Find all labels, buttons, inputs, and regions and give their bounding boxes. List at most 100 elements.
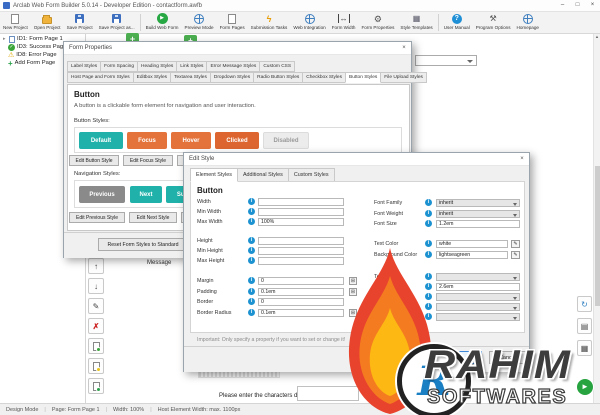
background-color-input[interactable]	[436, 251, 508, 259]
form-properties-button[interactable]: ⚙ Form Properties	[358, 12, 397, 33]
grid-view-button[interactable]: ▦	[577, 340, 592, 356]
move-up-button[interactable]: ↑	[88, 258, 104, 274]
direction-select[interactable]	[436, 313, 520, 321]
tab-form-spacing[interactable]: Form Spacing	[100, 61, 138, 72]
tab-custom-css[interactable]: Custom CSS	[259, 61, 296, 72]
style-templates-button[interactable]: ▦ Style Templates	[397, 12, 435, 33]
form-dropdown-field[interactable]	[415, 55, 477, 66]
info-icon[interactable]	[425, 293, 432, 300]
border-radius-input[interactable]	[258, 309, 344, 317]
move-down-button[interactable]: ↓	[88, 278, 104, 294]
expand-sides-icon[interactable]	[349, 309, 357, 317]
edit-previous-style-button[interactable]: Edit Previous Style	[69, 212, 125, 223]
add-page-shortcut-button[interactable]	[88, 378, 104, 394]
margin-input[interactable]	[258, 277, 344, 285]
min-width-input[interactable]	[258, 208, 344, 216]
tab-editbox-styles[interactable]: Editbox Styles	[132, 72, 172, 83]
text-decoration-select[interactable]	[436, 303, 520, 311]
tab-checkbox-styles[interactable]: Checkbox Styles	[302, 72, 346, 83]
tab-radio-button-styles[interactable]: Radio Button Styles	[253, 72, 304, 83]
info-icon[interactable]	[248, 198, 255, 205]
info-icon[interactable]	[248, 309, 255, 316]
open-project-button[interactable]: Open Project	[31, 12, 64, 33]
tab-host-page-and-form-styles[interactable]: Host Page and Form Styles	[67, 72, 134, 83]
max-height-input[interactable]	[258, 257, 344, 265]
expand-sides-icon[interactable]	[349, 288, 357, 296]
close-icon[interactable]: ×	[397, 45, 411, 51]
info-icon[interactable]	[248, 277, 255, 284]
tab-dropdown-styles[interactable]: Dropdown Styles	[209, 72, 255, 83]
width-input[interactable]	[258, 198, 344, 206]
info-icon[interactable]	[425, 199, 432, 206]
delete-element-button[interactable]: ✗	[88, 318, 104, 334]
edit-button-style-button[interactable]: Edit Button Style	[69, 155, 119, 166]
new-project-button[interactable]: New Project	[0, 12, 31, 33]
info-icon[interactable]	[248, 237, 255, 244]
max-width-input[interactable]	[258, 218, 344, 226]
expander-icon[interactable]: ▸	[3, 36, 7, 42]
scrollbar-thumb[interactable]	[595, 166, 600, 306]
close-icon[interactable]: ×	[585, 0, 600, 11]
info-icon[interactable]	[425, 240, 432, 247]
reset-form-styles-button[interactable]: Reset Form Styles to Standard	[98, 238, 188, 251]
info-icon[interactable]	[425, 273, 432, 280]
info-icon[interactable]	[248, 247, 255, 254]
form-pages-button[interactable]: Form Pages	[217, 12, 248, 33]
submission-tasks-button[interactable]: ϟ Submission Tasks	[248, 12, 291, 33]
info-icon[interactable]	[248, 288, 255, 295]
save-project-button[interactable]: Save Project	[64, 12, 96, 33]
font-family-select[interactable]: inherit	[436, 199, 520, 207]
tab-custom-styles[interactable]: Custom Styles	[287, 168, 335, 182]
success-page-shortcut-button[interactable]	[88, 338, 104, 354]
font-size-input[interactable]	[436, 220, 520, 228]
tab-label-styles[interactable]: Label Styles	[67, 61, 102, 72]
info-icon[interactable]	[425, 313, 432, 320]
captcha-input[interactable]	[297, 386, 359, 401]
text-color-input[interactable]	[436, 240, 508, 248]
edit-focus-style-button[interactable]: Edit Focus Style	[123, 155, 173, 166]
cancel-button[interactable]: Cancel	[489, 351, 526, 364]
tab-additional-styles[interactable]: Additional Styles	[236, 168, 289, 182]
homepage-button[interactable]: Homepage	[514, 12, 542, 33]
save-project-as-button[interactable]: Save Project as...	[96, 12, 138, 33]
min-height-input[interactable]	[258, 247, 344, 255]
minimize-icon[interactable]: –	[555, 0, 570, 11]
refresh-preview-button[interactable]: ↻	[577, 296, 592, 312]
tab-textarea-styles[interactable]: Textarea Styles	[170, 72, 211, 83]
tab-heading-styles[interactable]: Heading Styles	[137, 61, 178, 72]
border-input[interactable]	[258, 298, 344, 306]
error-page-shortcut-button[interactable]	[88, 358, 104, 374]
ok-button[interactable]: OK	[436, 351, 482, 364]
padding-input[interactable]	[258, 288, 344, 296]
edit-element-button[interactable]: ✎	[88, 298, 104, 314]
tab-link-styles[interactable]: Link Styles	[176, 61, 208, 72]
scroll-up-icon[interactable]: ▲	[594, 34, 600, 39]
tab-error-message-styles[interactable]: Error Message Styles	[206, 61, 261, 72]
tab-element-styles[interactable]: Element Styles	[190, 168, 238, 182]
text-transform-select[interactable]	[436, 293, 520, 301]
info-icon[interactable]	[425, 303, 432, 310]
vertical-scrollbar[interactable]: ▲	[593, 34, 600, 403]
info-icon[interactable]	[248, 218, 255, 225]
font-weight-select[interactable]: inherit	[436, 210, 520, 218]
line-height-input[interactable]	[436, 283, 520, 291]
info-icon[interactable]	[425, 251, 432, 258]
color-picker-icon[interactable]	[511, 240, 520, 248]
edit-next-style-button[interactable]: Edit Next Style	[129, 212, 177, 223]
info-icon[interactable]	[425, 283, 432, 290]
tab-button-styles[interactable]: Button Styles	[345, 72, 382, 83]
close-icon[interactable]: ×	[515, 156, 529, 162]
info-icon[interactable]	[425, 210, 432, 217]
expand-sides-icon[interactable]	[349, 277, 357, 285]
preview-mode-button[interactable]: Preview Mode	[182, 12, 217, 33]
info-icon[interactable]	[248, 208, 255, 215]
color-picker-icon[interactable]	[511, 251, 520, 259]
web-integration-button[interactable]: Web Integration	[290, 12, 328, 33]
build-web-form-button[interactable]: ▶ Build Web Form	[143, 12, 182, 33]
info-icon[interactable]	[425, 220, 432, 227]
info-icon[interactable]	[248, 257, 255, 264]
info-icon[interactable]	[248, 298, 255, 305]
maximize-icon[interactable]: □	[570, 0, 585, 11]
text-align-select[interactable]	[436, 273, 520, 281]
height-input[interactable]	[258, 237, 344, 245]
